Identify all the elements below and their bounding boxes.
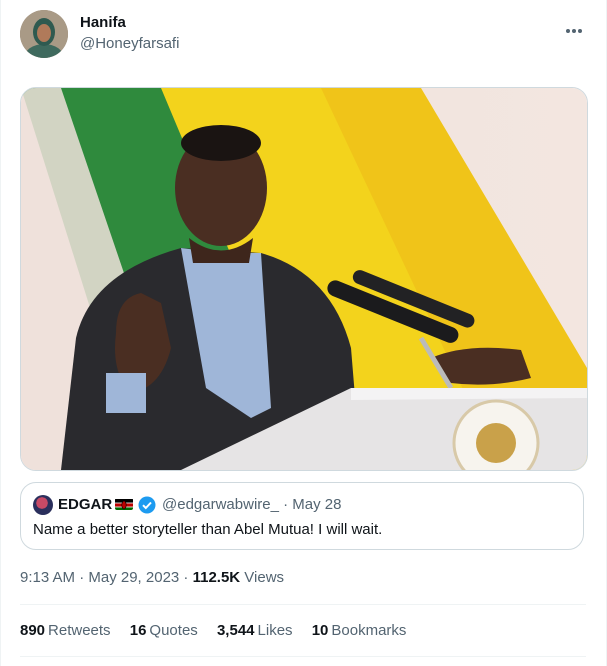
retweets-stat[interactable]: 890 Retweets [20, 622, 111, 639]
quotes-label: Quotes [149, 622, 198, 639]
bookmarks-label: Bookmarks [331, 622, 407, 639]
views-label: Views [240, 569, 285, 586]
quoted-avatar[interactable] [33, 495, 53, 515]
quoted-tweet[interactable]: EDGAR @edgarwabwire_ · May 28 Name a bet… [20, 482, 584, 550]
quoted-name[interactable]: EDGAR [58, 496, 112, 513]
retweets-count: 890 [20, 622, 46, 639]
likes-stat[interactable]: 3,544 Likes [217, 622, 293, 639]
divider [20, 656, 586, 657]
kenya-flag-icon [115, 498, 133, 510]
quoted-text: Name a better storyteller than Abel Mutu… [33, 521, 383, 538]
retweets-label: Retweets [48, 622, 111, 639]
likes-count: 3,544 [216, 622, 255, 639]
more-icon[interactable] [563, 14, 583, 34]
quoted-date[interactable]: · May 28 [283, 496, 341, 513]
verified-badge-icon [138, 496, 156, 514]
divider [20, 604, 586, 605]
tweet-card: Hanifa @Honeyfarsafi EDGAR @edgarwabwire… [0, 0, 607, 666]
quotes-stat[interactable]: 16 Quotes [130, 622, 198, 639]
tweet-meta: 9:13 AM · May 29, 2023 · 112.5K Views [20, 569, 284, 586]
tweet-photo[interactable] [20, 87, 588, 471]
author-avatar[interactable] [20, 10, 68, 58]
engagement-stats: 890 Retweets 16 Quotes 3,544 Likes 10 Bookma… [20, 622, 421, 639]
tweet-timestamp[interactable]: 9:13 AM · May 29, 2023 · [20, 569, 193, 586]
author-name[interactable]: Hanifa [80, 14, 126, 31]
bookmarks-stat[interactable]: 10 Bookmarks [312, 622, 407, 639]
bookmarks-count: 10 [311, 622, 329, 639]
quotes-count: 16 [129, 622, 147, 639]
quoted-handle[interactable]: @edgarwabwire_ [162, 496, 279, 513]
views-count: 112.5K [192, 569, 241, 586]
author-handle[interactable]: @Honeyfarsafi [80, 35, 179, 52]
likes-label: Likes [257, 622, 293, 639]
quoted-handle-line[interactable]: @edgarwabwire_ · May 28 [162, 496, 341, 513]
